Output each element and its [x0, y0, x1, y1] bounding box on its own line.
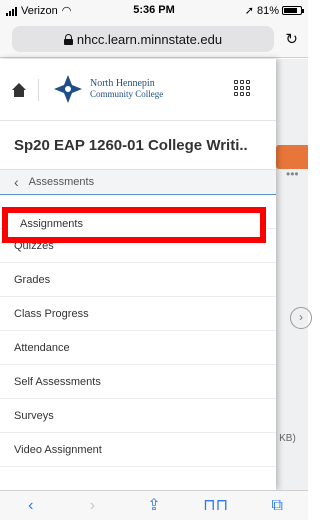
reload-icon[interactable]: ↻	[285, 30, 298, 48]
menu-item-self-assessments[interactable]: Self Assessments	[0, 365, 276, 399]
battery-percent: 81%	[256, 4, 279, 17]
chevron-left-icon: ‹	[14, 174, 19, 190]
logo-line-2: Community College	[90, 89, 164, 99]
menu-item-label: Assignments	[20, 218, 83, 230]
bookmarks-icon[interactable]: ⊓⊓	[196, 492, 236, 520]
status-bar: Verizon ◠ 5:36 PM ➚ 81%	[0, 0, 308, 22]
menu-item-label: Grades	[14, 273, 51, 286]
back-arrow-icon[interactable]: ‹	[11, 492, 51, 520]
status-right: ➚ 81%	[244, 4, 304, 17]
app-grid-icon[interactable]	[234, 80, 250, 96]
logo-line-1: North Hennepin	[90, 78, 155, 89]
menu-item-label: Surveys	[14, 409, 54, 422]
back-label: Assessments	[28, 176, 95, 188]
lock-icon	[63, 33, 73, 45]
menu-item-class-progress[interactable]: Class Progress	[0, 297, 276, 331]
menu-item-label: Video Assignment	[14, 443, 102, 456]
course-title[interactable]: Sp20 EAP 1260-01 College Writi..	[0, 121, 276, 170]
forward-arrow-icon[interactable]: ›	[72, 492, 112, 520]
header-divider	[38, 79, 39, 101]
home-icon[interactable]	[12, 83, 26, 97]
menu-item-surveys[interactable]: Surveys	[0, 399, 276, 433]
background-more-icon: •••	[286, 167, 299, 181]
college-logo-mark	[52, 73, 84, 105]
menu-item-video-assignment[interactable]: Video Assignment	[0, 433, 276, 467]
back-to-assessments[interactable]: ‹ Assessments	[0, 170, 276, 195]
url-text: nhcc.learn.minnstate.edu	[76, 31, 223, 47]
menu-item-assignments[interactable]: Assignments	[2, 207, 266, 243]
college-logo-text: North Hennepin Community College	[90, 78, 163, 100]
navigation-drawer: North Hennepin Community College Sp20 EA…	[0, 59, 276, 490]
drawer-header: North Hennepin Community College	[0, 59, 276, 121]
menu-item-attendance[interactable]: Attendance	[0, 331, 276, 365]
battery-icon	[282, 6, 304, 15]
menu-item-grades[interactable]: Grades	[0, 263, 276, 297]
menu-item-label: Attendance	[14, 341, 70, 354]
background-orange-tab	[276, 145, 308, 169]
address-bar[interactable]: nhcc.learn.minnstate.edu	[12, 26, 274, 52]
menu-item-label: Self Assessments	[14, 375, 101, 388]
tabs-icon[interactable]: ⧉	[257, 492, 297, 520]
share-icon[interactable]: ⇪	[134, 492, 174, 520]
menu-item-label: Class Progress	[14, 307, 89, 320]
chevron-right-icon: ›	[290, 307, 312, 329]
location-icon: ➚	[244, 5, 254, 17]
browser-toolbar: ‹ › ⇪ ⊓⊓ ⧉	[0, 490, 308, 520]
college-logo[interactable]: North Hennepin Community College	[52, 73, 163, 105]
browser-url-area: nhcc.learn.minnstate.edu ↻	[0, 22, 308, 58]
